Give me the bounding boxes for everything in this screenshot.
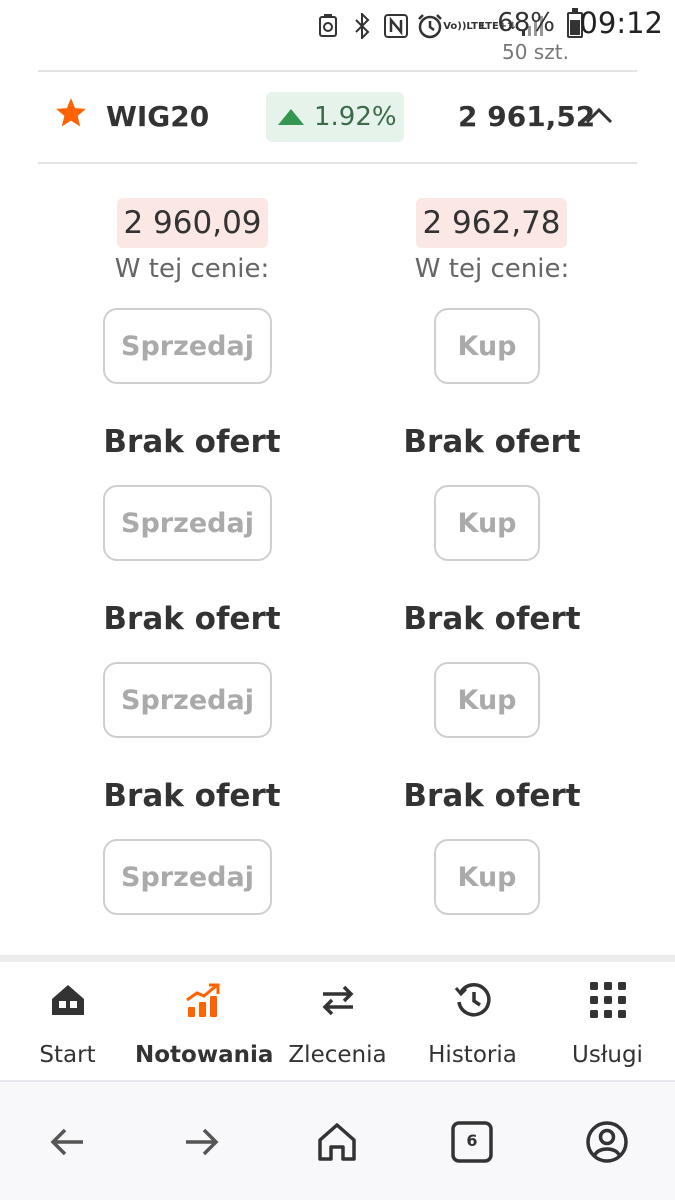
buy-button[interactable]: Kup (434, 485, 540, 561)
recycle-icon (315, 12, 341, 40)
no-offers-label: Brak ofert (403, 601, 581, 637)
instrument-price: 2 961,52 (458, 100, 596, 133)
back-arrow-icon[interactable] (45, 1120, 89, 1164)
nav-label-start: Start (39, 1042, 96, 1068)
chart-trend-icon (185, 983, 219, 1017)
home-icon (51, 985, 84, 1015)
volte-indicator: Vo)) LTE (443, 12, 485, 40)
status-bar: Vo)) LTE LTE+ ⇅ 68% 09:12 (0, 0, 675, 50)
alarm-icon (417, 12, 443, 40)
sell-button[interactable]: Sprzedaj (103, 308, 272, 384)
tabs-count: 6 (466, 1131, 478, 1150)
nav-item-uslugi[interactable]: Usługi (540, 962, 675, 1080)
instrument-name: WIG20 (106, 100, 210, 133)
nav-label-notowania: Notowania (135, 1042, 274, 1068)
divider (38, 70, 637, 72)
volte-label-top: Vo)) (443, 20, 467, 32)
nav-item-start[interactable]: Start (0, 962, 135, 1080)
nfc-icon (383, 12, 409, 40)
sell-button[interactable]: Sprzedaj (103, 662, 272, 738)
tabs-button[interactable]: 6 (450, 1120, 494, 1164)
buy-price: 2 962,78 (416, 198, 567, 248)
battery-percent: 68% (497, 8, 555, 38)
no-offers-label: Brak ofert (103, 601, 281, 637)
nav-label-historia: Historia (428, 1042, 517, 1068)
nav-item-historia[interactable]: Historia (405, 962, 540, 1080)
nav-item-notowania[interactable]: Notowania (135, 962, 274, 1080)
in-price-label: W tej cenie: (114, 254, 270, 284)
up-triangle-icon (278, 109, 304, 125)
grid-icon (589, 982, 626, 1018)
nav-label-zlecenia: Zlecenia (288, 1042, 387, 1068)
no-offers-label: Brak ofert (103, 778, 281, 814)
favorite-star-icon[interactable] (54, 96, 88, 130)
no-offers-label: Brak ofert (103, 424, 281, 460)
no-offers-label: Brak ofert (403, 778, 581, 814)
transfer-arrows-icon (322, 985, 353, 1016)
buy-button[interactable]: Kup (434, 662, 540, 738)
sell-button[interactable]: Sprzedaj (103, 485, 272, 561)
change-badge: 1.92% (266, 92, 404, 142)
partial-quantity-text: 50 szt. (502, 40, 569, 62)
divider (38, 162, 637, 164)
nav-label-uslugi: Usługi (572, 1042, 643, 1068)
buy-button[interactable]: Kup (434, 839, 540, 915)
account-icon[interactable] (585, 1120, 629, 1164)
change-percent: 1.92% (314, 102, 397, 132)
bottom-nav: Start Notowania Zlecenia Historia Usługi (0, 962, 675, 1080)
nav-item-zlecenia[interactable]: Zlecenia (270, 962, 405, 1080)
forward-arrow-icon[interactable] (180, 1120, 224, 1164)
sell-price: 2 960,09 (117, 198, 268, 248)
sell-button[interactable]: Sprzedaj (103, 839, 272, 915)
in-price-label: W tej cenie: (414, 254, 570, 284)
buy-button[interactable]: Kup (434, 308, 540, 384)
no-offers-label: Brak ofert (403, 424, 581, 460)
history-icon (454, 983, 491, 1017)
clock: 09:12 (579, 6, 663, 40)
bluetooth-icon (349, 12, 375, 40)
chevron-up-icon[interactable] (584, 104, 614, 126)
nav-separator (0, 955, 675, 962)
browser-toolbar: 6 (0, 1080, 675, 1200)
browser-home-icon[interactable] (315, 1120, 359, 1164)
